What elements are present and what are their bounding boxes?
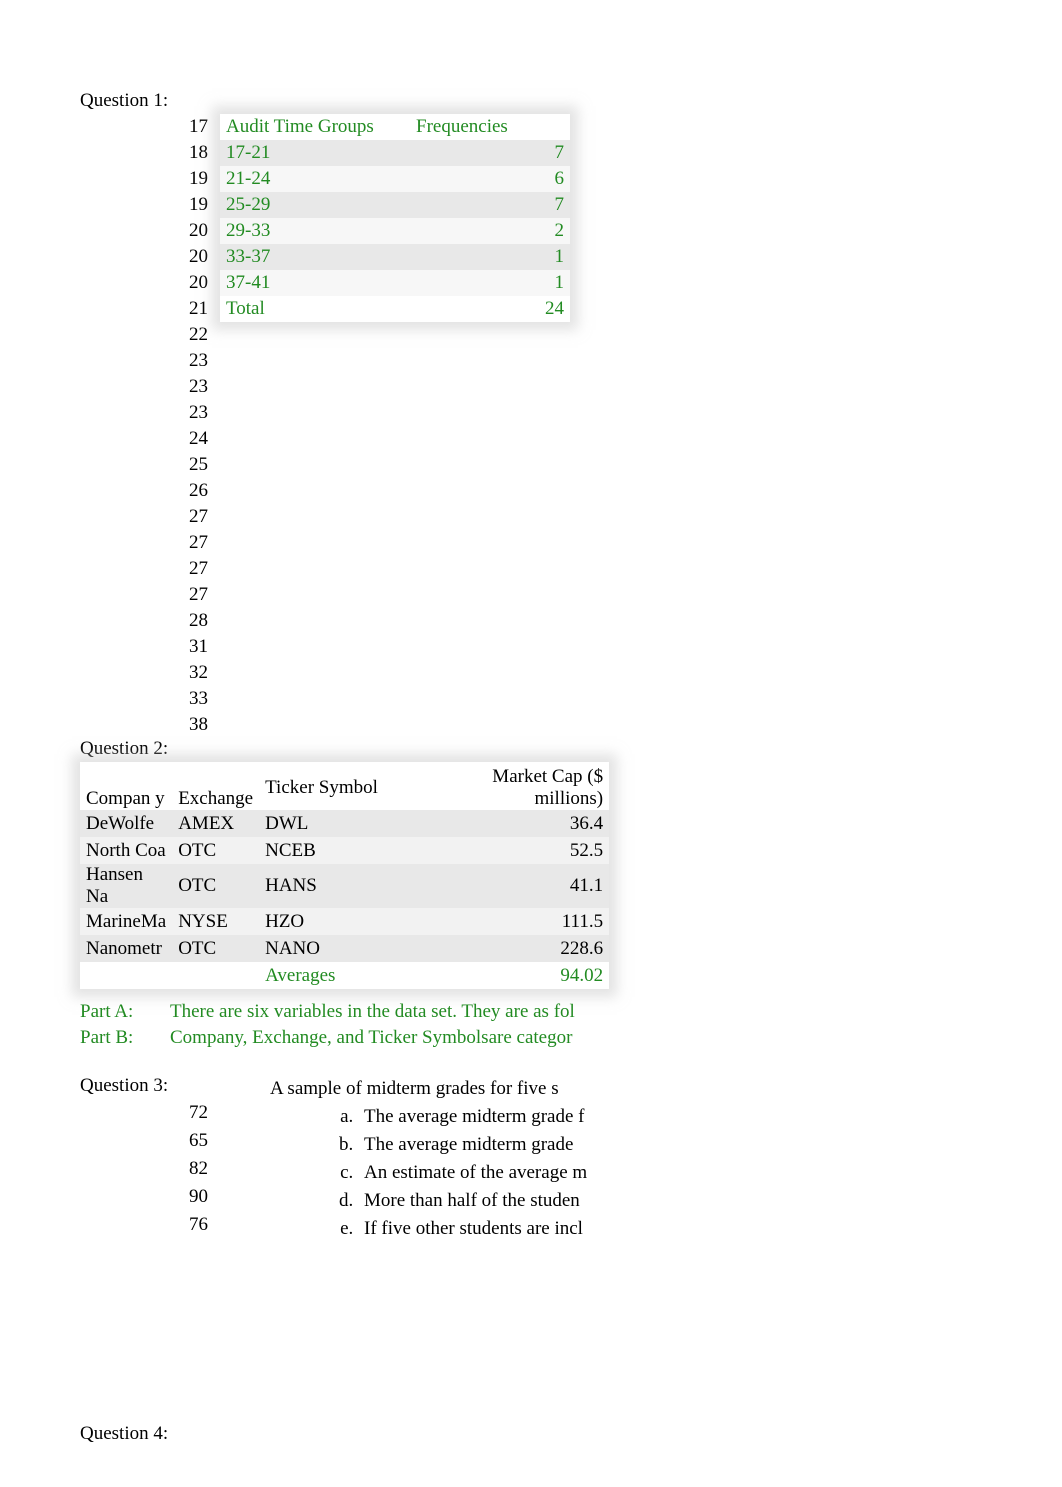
- list-item: 82: [80, 1155, 208, 1183]
- list-item: 23: [80, 348, 208, 374]
- list-item: 65: [80, 1127, 208, 1155]
- list-item: 27: [80, 504, 208, 530]
- list-item: 19: [80, 192, 208, 218]
- list-item: 17: [80, 114, 208, 140]
- table-row: 25-297: [220, 192, 570, 218]
- table-row: 29-332: [220, 218, 570, 244]
- part-a: Part A: There are six variables in the d…: [80, 999, 1062, 1025]
- list-item: 19: [80, 166, 208, 192]
- table-row-averages: Averages94.02: [80, 962, 609, 989]
- question-3-block: Question 3: 72 65 82 90 76 A sample of m…: [80, 1075, 1062, 1239]
- table-row: MarineMaNYSEHZO111.5: [80, 908, 609, 935]
- part-b-label: Part B:: [80, 1025, 170, 1051]
- q3-intro: A sample of midterm grades for five s: [270, 1075, 587, 1103]
- list-item: 26: [80, 478, 208, 504]
- table-row: North CoaOTCNCEB52.5: [80, 837, 609, 864]
- list-item: More than half of the studen: [358, 1187, 587, 1215]
- list-item: 32: [80, 660, 208, 686]
- question-2-label: Question 2:: [80, 738, 1062, 760]
- table-row: 33-371: [220, 244, 570, 270]
- q3-options: The average midterm grade f The average …: [270, 1103, 587, 1243]
- col-exchange: Exchange: [172, 766, 259, 810]
- list-item: 76: [80, 1211, 208, 1239]
- list-item: 90: [80, 1183, 208, 1211]
- part-a-text: There are six variables in the data set.…: [170, 999, 575, 1025]
- list-item: 25: [80, 452, 208, 478]
- list-item: 72: [80, 1099, 208, 1127]
- q3-text-block: A sample of midterm grades for five s Th…: [270, 1075, 587, 1243]
- part-b: Part B: Company, Exchange, and Ticker Sy…: [80, 1025, 1062, 1051]
- part-b-text: Company, Exchange, and Ticker Symbolsare…: [170, 1025, 572, 1051]
- col-ticker: Ticker Symbol: [259, 766, 449, 810]
- question-4-label: Question 4:: [80, 1423, 1062, 1445]
- question-1-block: 17 18 19 19 20 20 20 21 22 23 23 23 24 2…: [80, 114, 1062, 738]
- table-row: 21-246: [220, 166, 570, 192]
- col-mcap: Market Cap ($ millions): [449, 766, 609, 810]
- list-item: 31: [80, 634, 208, 660]
- list-item: 21: [80, 296, 208, 322]
- frequency-table: Audit Time Groups Frequencies 17-217 21-…: [220, 114, 570, 322]
- freq-header-frequencies: Frequencies: [410, 114, 570, 140]
- list-item: 23: [80, 400, 208, 426]
- list-item: An estimate of the average m: [358, 1159, 587, 1187]
- table-row-total: Total24: [220, 296, 570, 322]
- list-item: The average midterm grade f: [358, 1103, 587, 1131]
- freq-header-groups: Audit Time Groups: [220, 114, 410, 140]
- table-row: 17-217: [220, 140, 570, 166]
- question-1-label: Question 1:: [80, 90, 1062, 112]
- list-item: 23: [80, 374, 208, 400]
- list-item: 27: [80, 582, 208, 608]
- q2-answers: Part A: There are six variables in the d…: [80, 999, 1062, 1051]
- col-company: Compan y: [80, 766, 172, 810]
- list-item: 27: [80, 556, 208, 582]
- list-item: 22: [80, 322, 208, 348]
- list-item: 33: [80, 686, 208, 712]
- list-item: The average midterm grade: [358, 1131, 587, 1159]
- q3-number-list: 72 65 82 90 76: [80, 1099, 208, 1239]
- list-item: If five other students are incl: [358, 1215, 587, 1243]
- table-row: 37-411: [220, 270, 570, 296]
- table-row: DeWolfeAMEXDWL36.4: [80, 810, 609, 837]
- list-item: 28: [80, 608, 208, 634]
- table-row: NanometrOTCNANO228.6: [80, 935, 609, 962]
- list-item: 18: [80, 140, 208, 166]
- table-row: Hansen NaOTCHANS41.1: [80, 864, 609, 908]
- list-item: 20: [80, 270, 208, 296]
- part-a-label: Part A:: [80, 999, 170, 1025]
- list-item: 20: [80, 218, 208, 244]
- company-table: Compan y Exchange Ticker Symbol Market C…: [80, 766, 609, 989]
- q1-number-list: 17 18 19 19 20 20 20 21 22 23 23 23 24 2…: [80, 114, 208, 738]
- list-item: 24: [80, 426, 208, 452]
- list-item: 38: [80, 712, 208, 738]
- list-item: 27: [80, 530, 208, 556]
- list-item: 20: [80, 244, 208, 270]
